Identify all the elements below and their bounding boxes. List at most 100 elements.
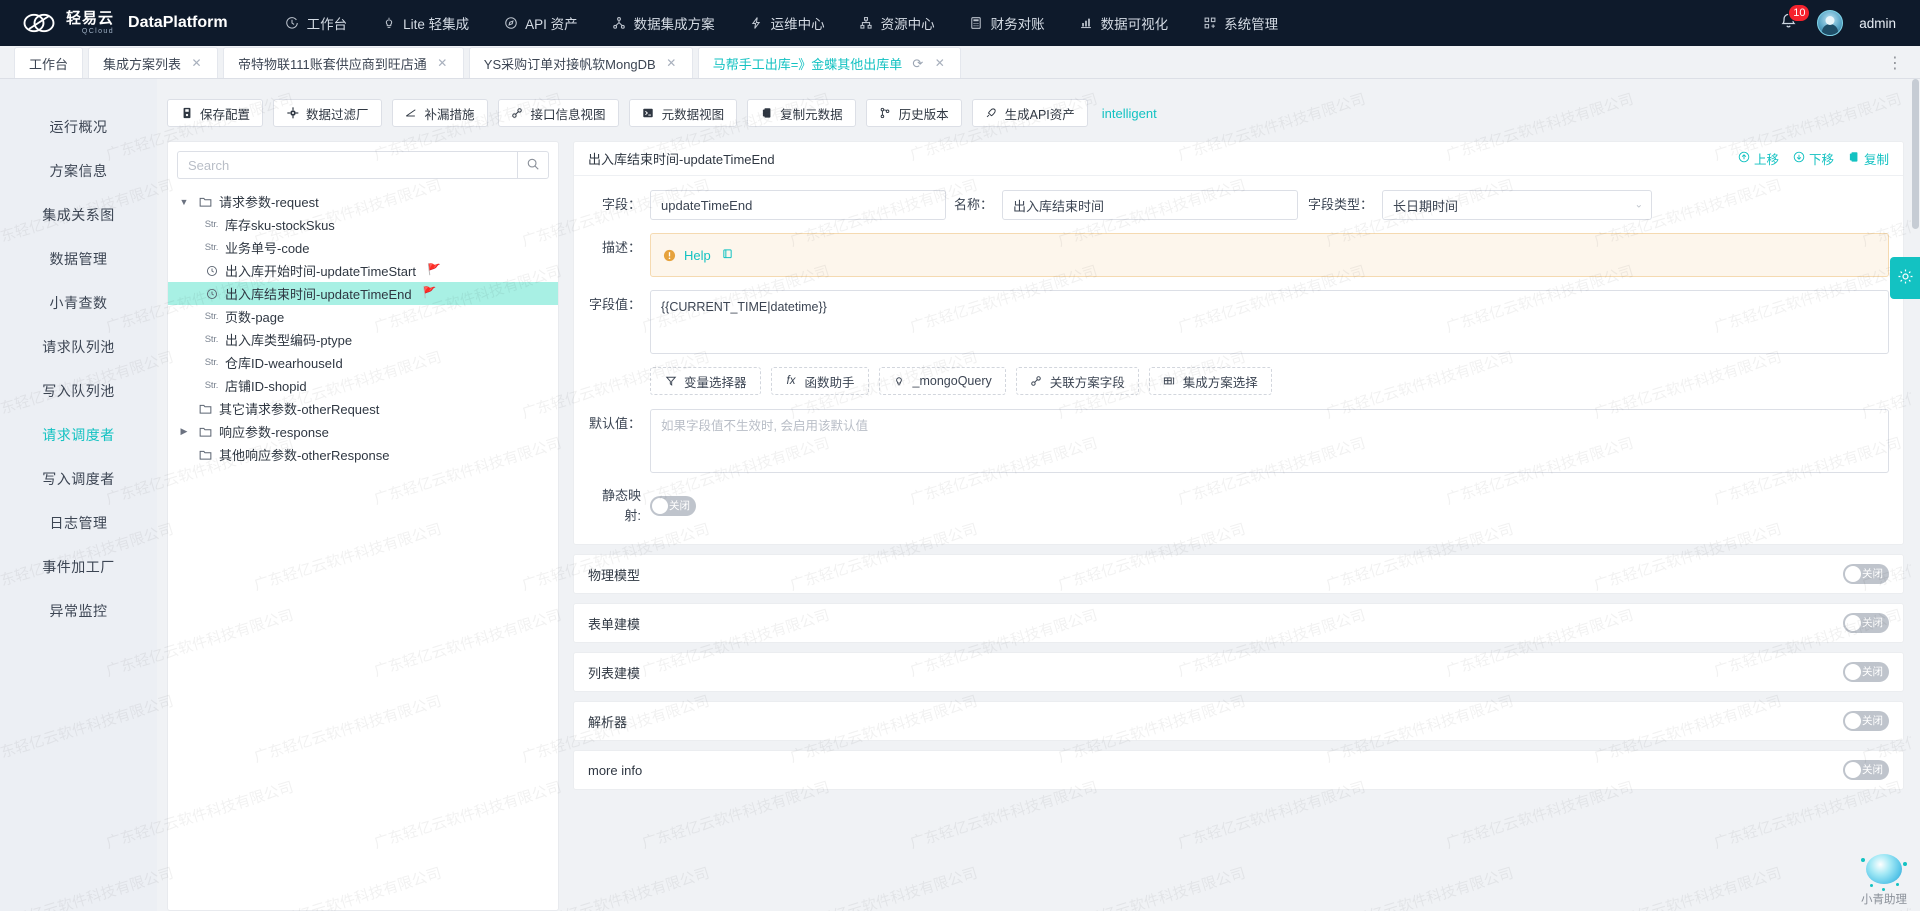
parser-toggle[interactable]: 关闭 <box>1843 711 1889 731</box>
static-mapping-toggle[interactable]: 关闭 <box>650 496 696 516</box>
tree-node-page[interactable]: Str. 页数-page <box>168 305 558 328</box>
copy-metadata-button[interactable]: 复制元数据 <box>747 99 856 127</box>
move-down-button[interactable]: 下移 <box>1793 149 1834 168</box>
nav-item-label: 工作台 <box>306 17 348 32</box>
history-version-button[interactable]: 历史版本 <box>865 99 962 127</box>
username-label[interactable]: admin <box>1859 16 1896 31</box>
sidebar-item-run-overview[interactable]: 运行概况 <box>0 105 157 149</box>
nav-right-area: 10 admin <box>1779 4 1902 36</box>
tree-node-updatetimeend[interactable]: 出入库结束时间-updateTimeEnd 🚩 <box>168 282 558 305</box>
nav-item-lite-integration[interactable]: Lite 轻集成 <box>364 0 486 46</box>
tab-close-icon[interactable]: ✕ <box>665 57 678 69</box>
tab-workbench[interactable]: 工作台 <box>14 47 84 78</box>
top-navigation-bar: 轻易云 QCloud DataPlatform 工作台 Lite 轻集成 API… <box>0 0 1920 46</box>
generate-api-asset-button[interactable]: 生成API资产 <box>971 99 1088 127</box>
tree-node-shopid[interactable]: Str. 店铺ID-shopid <box>168 374 558 397</box>
nav-item-finance-reconciliation[interactable]: 财务对账 <box>952 0 1062 46</box>
chevron-down-icon[interactable]: ▼ <box>176 197 192 207</box>
tree-node-code[interactable]: Str. 业务单号-code <box>168 236 558 259</box>
data-filter-button[interactable]: 数据过滤厂 <box>273 99 382 127</box>
tree-node-request[interactable]: ▼ 请求参数-request <box>168 190 558 213</box>
tree-node-wearhouseid[interactable]: Str. 仓库ID-wearhouseId <box>168 351 558 374</box>
tab-close-icon[interactable]: ✕ <box>436 57 449 69</box>
form-modeling-toggle[interactable]: 关闭 <box>1843 613 1889 633</box>
function-assistant-button[interactable]: fx 函数助手 <box>770 367 869 395</box>
sidebar-item-integration-diagram[interactable]: 集成关系图 <box>0 193 157 237</box>
tab-overflow-menu-icon[interactable]: ⋮ <box>1881 56 1910 78</box>
section-list-modeling[interactable]: 列表建模 关闭 <box>573 652 1904 692</box>
tree-node-response[interactable]: ▶ 响应参数-response <box>168 420 558 443</box>
related-plan-field-button[interactable]: 关联方案字段 <box>1015 367 1139 395</box>
tab-ditewulian[interactable]: 帝特物联111账套供应商到旺店通 ✕ <box>223 47 464 78</box>
chevron-right-icon[interactable]: ▶ <box>176 426 192 437</box>
physical-model-toggle[interactable]: 关闭 <box>1843 564 1889 584</box>
tbtn-label: 保存配置 <box>200 107 251 122</box>
scrollbar-thumb[interactable] <box>1912 79 1919 229</box>
metadata-view-button[interactable]: 元数据视图 <box>628 99 738 127</box>
nav-item-data-visualization[interactable]: 数据可视化 <box>1062 0 1186 46</box>
tab-ys-purchase-order[interactable]: YS采购订单对接帆软MongDB ✕ <box>468 47 693 78</box>
tab-close-icon[interactable]: ✕ <box>933 57 946 69</box>
field-key-input[interactable] <box>650 190 946 220</box>
tab-refresh-icon[interactable]: ⟳ <box>911 57 924 70</box>
sidebar-item-xiaoqing-query[interactable]: 小青查数 <box>0 281 157 325</box>
save-config-button[interactable]: 保存配置 <box>167 99 264 127</box>
variable-selector-button[interactable]: 变量选择器 <box>650 367 761 395</box>
section-parser[interactable]: 解析器 关闭 <box>573 701 1904 741</box>
tree-node-stockskus[interactable]: Str. 库存sku-stockSkus <box>168 213 558 236</box>
sidebar-item-request-queue-pool[interactable]: 请求队列池 <box>0 325 157 369</box>
section-more-info[interactable]: more info 关闭 <box>573 750 1904 790</box>
copy-field-button[interactable]: 复制 <box>1848 149 1889 168</box>
nav-item-label: 数据集成方案 <box>633 17 715 32</box>
nav-item-system-management[interactable]: 系统管理 <box>1185 0 1295 46</box>
page-scrollbar[interactable] <box>1911 79 1920 911</box>
help-link[interactable]: Help <box>684 248 711 263</box>
nav-item-data-integration-plan[interactable]: 数据集成方案 <box>595 0 732 46</box>
tab-integration-plan-list[interactable]: 集成方案列表 ✕ <box>88 47 219 78</box>
more-info-toggle[interactable]: 关闭 <box>1843 760 1889 780</box>
nav-item-resource-center[interactable]: 资源中心 <box>842 0 952 46</box>
notification-button[interactable]: 10 <box>1779 4 1811 35</box>
interface-info-view-button[interactable]: 接口信息视图 <box>497 99 619 127</box>
string-icon: Str. <box>204 311 219 322</box>
avatar[interactable] <box>1817 10 1844 36</box>
field-name-input[interactable] <box>1002 190 1298 220</box>
field-type-select[interactable] <box>1382 190 1652 220</box>
chip-label: 函数助手 <box>804 375 855 390</box>
default-value-textarea[interactable] <box>650 409 1889 473</box>
intelligent-link[interactable]: intelligent <box>1102 106 1157 121</box>
tree-node-otherrequest[interactable]: ▶ 其它请求参数-otherRequest <box>168 397 558 420</box>
tree-node-updatetimestart[interactable]: 出入库开始时间-updateTimeStart 🚩 <box>168 259 558 282</box>
nav-item-api-assets[interactable]: API 资产 <box>486 0 595 46</box>
brand[interactable]: 轻易云 QCloud DataPlatform <box>22 8 228 38</box>
section-form-modeling[interactable]: 表单建模 关闭 <box>573 603 1904 643</box>
move-up-button[interactable]: 上移 <box>1738 149 1779 168</box>
section-physical-model[interactable]: 物理模型 关闭 <box>573 554 1904 594</box>
link-icon <box>1030 375 1043 387</box>
integration-plan-select-button[interactable]: 集成方案选择 <box>1148 367 1272 395</box>
settings-side-tab[interactable] <box>1890 257 1920 299</box>
sidebar-item-data-management[interactable]: 数据管理 <box>0 237 157 281</box>
tree-node-ptype[interactable]: Str. 出入库类型编码-ptype <box>168 328 558 351</box>
tab-close-icon[interactable]: ✕ <box>190 57 203 69</box>
search-button[interactable] <box>517 151 549 179</box>
nav-item-workbench[interactable]: 工作台 <box>268 0 365 46</box>
section-label: more info <box>588 762 643 778</box>
sidebar-item-log-management[interactable]: 日志管理 <box>0 501 157 545</box>
mongo-query-button[interactable]: _mongoQuery <box>878 367 1006 395</box>
tree-node-otherresponse[interactable]: ▶ 其他响应参数-otherResponse <box>168 443 558 466</box>
patch-measures-button[interactable]: 补漏措施 <box>391 99 488 127</box>
external-link-icon[interactable] <box>722 248 733 262</box>
sidebar-item-write-scheduler[interactable]: 写入调度者 <box>0 457 157 501</box>
list-modeling-toggle[interactable]: 关闭 <box>1843 662 1889 682</box>
sidebar-item-plan-info[interactable]: 方案信息 <box>0 149 157 193</box>
assistant-widget[interactable]: 小青助理 <box>1860 852 1908 907</box>
sidebar-item-request-scheduler[interactable]: 请求调度者 <box>0 413 157 457</box>
field-value-textarea[interactable] <box>650 290 1889 354</box>
nav-item-ops-center[interactable]: 运维中心 <box>732 0 842 46</box>
sidebar-item-write-queue-pool[interactable]: 写入队列池 <box>0 369 157 413</box>
sidebar-item-exception-monitor[interactable]: 异常监控 <box>0 589 157 633</box>
tab-mabang-manual-outbound[interactable]: 马帮手工出库=》金蝶其他出库单 ⟳ ✕ <box>697 47 962 78</box>
search-input[interactable] <box>177 151 517 179</box>
sidebar-item-event-factory[interactable]: 事件加工厂 <box>0 545 157 589</box>
